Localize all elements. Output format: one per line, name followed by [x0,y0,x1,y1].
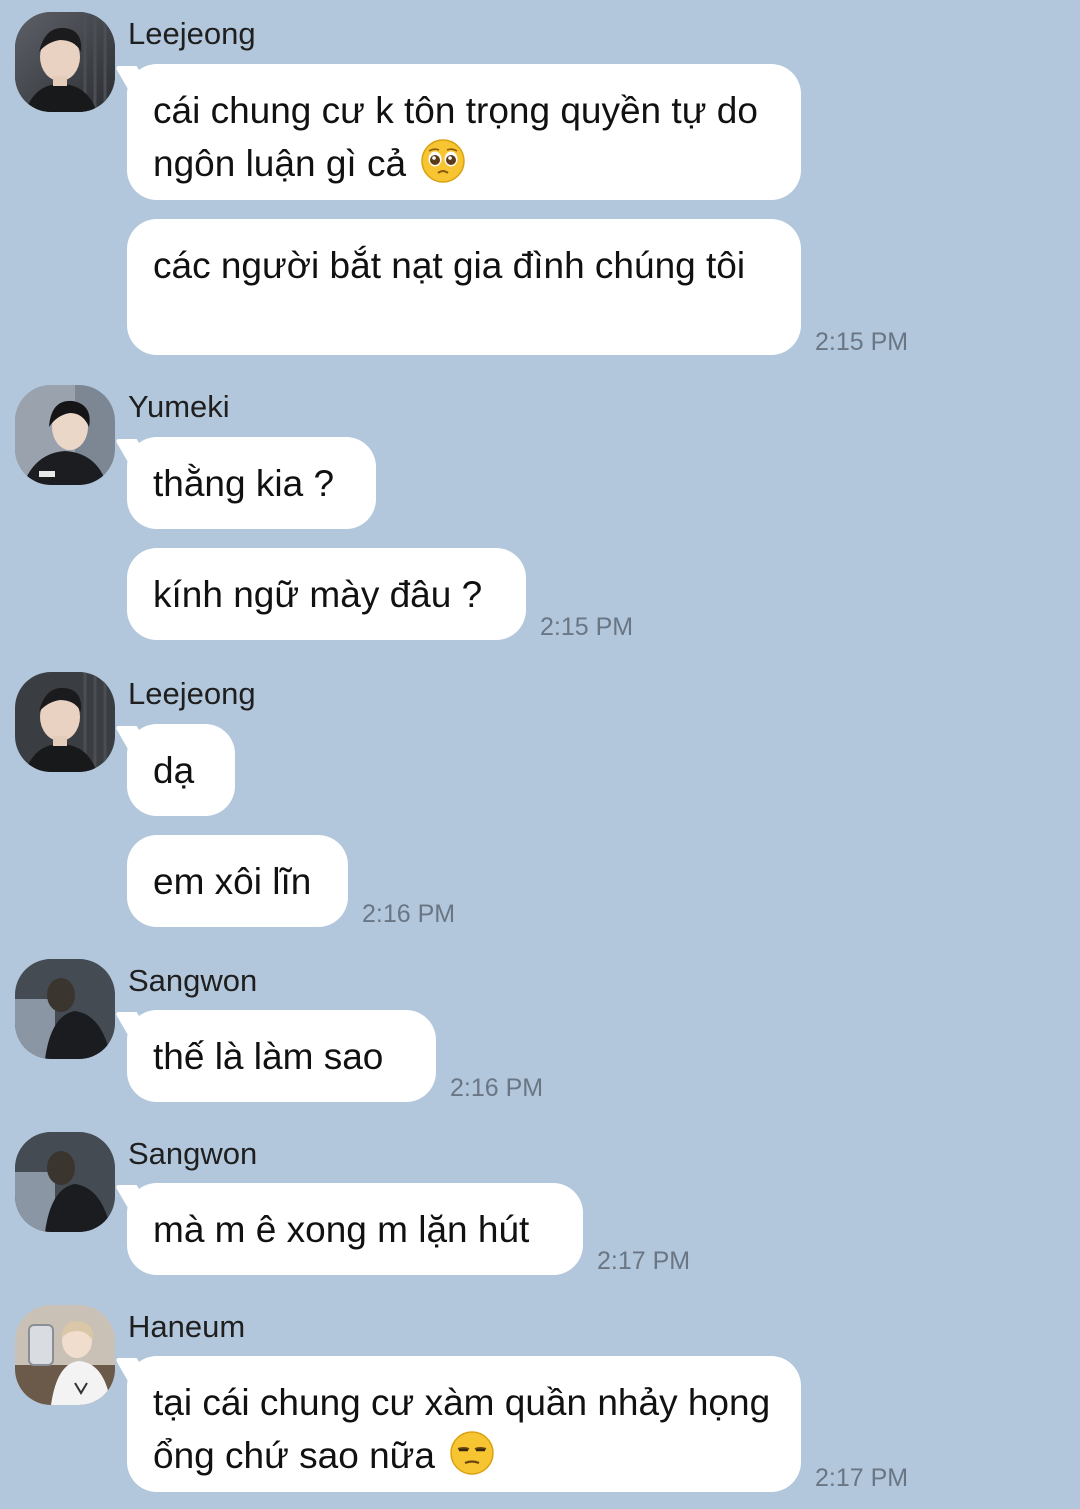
message-text: thằng kia ? [153,463,335,504]
sender-name: Haneum [128,1309,246,1344]
message-bubble[interactable]: dạ [127,724,235,816]
haneum-avatar-icon [15,1305,115,1405]
avatar[interactable] [15,672,115,772]
message-bubble[interactable]: thế là làm sao [127,1010,436,1102]
pleading-face-emoji-icon [421,139,466,183]
leejeong-avatar-icon [15,672,115,772]
leejeong-avatar-icon [15,12,115,112]
message-text: dạ [153,750,195,791]
message-timestamp: 2:17 PM [597,1247,691,1275]
sender-name: Yumeki [128,389,230,424]
message-timestamp: 2:15 PM [540,613,634,641]
avatar[interactable] [15,1305,115,1405]
sender-name: Leejeong [128,676,256,711]
sender-name: Leejeong [128,16,256,51]
sangwon-avatar-icon [15,959,115,1059]
unamused-face-emoji-icon [450,1431,495,1475]
message-bubble[interactable]: cái chung cư k tôn trọng quyền tự do ngô… [127,64,801,200]
message-bubble[interactable]: tại cái chung cư xàm quần nhảy họng ổng … [127,1356,801,1492]
chat-thread[interactable]: Leejeong cái chung cư k tôn trọng quyền … [0,0,1080,1509]
sender-name: Sangwon [128,963,258,998]
message-bubble[interactable]: mà m ê xong m lặn hút [127,1183,583,1275]
yumeki-avatar-icon [15,385,115,485]
message-text: em xôi lĩn [153,861,312,902]
message-timestamp: 2:16 PM [450,1074,544,1102]
sangwon-avatar-icon [15,1132,115,1232]
message-text: mà m ê xong m lặn hút [153,1209,530,1250]
message-timestamp: 2:16 PM [362,900,456,928]
sender-name: Sangwon [128,1136,258,1171]
message-timestamp: 2:15 PM [815,328,909,356]
avatar[interactable] [15,1132,115,1232]
message-text: kính ngữ mày đâu ? [153,574,483,615]
avatar[interactable] [15,385,115,485]
message-bubble[interactable]: em xôi lĩn [127,835,348,927]
message-timestamp: 2:17 PM [815,1464,909,1492]
message-text: thế là làm sao [153,1036,384,1077]
message-bubble[interactable]: các người bắt nạt gia đình chúng tôi [127,219,801,355]
avatar[interactable] [15,959,115,1059]
avatar[interactable] [15,12,115,112]
message-bubble[interactable]: thằng kia ? [127,437,376,529]
message-text: các người bắt nạt gia đình chúng tôi [153,245,746,286]
message-bubble[interactable]: kính ngữ mày đâu ? [127,548,526,640]
